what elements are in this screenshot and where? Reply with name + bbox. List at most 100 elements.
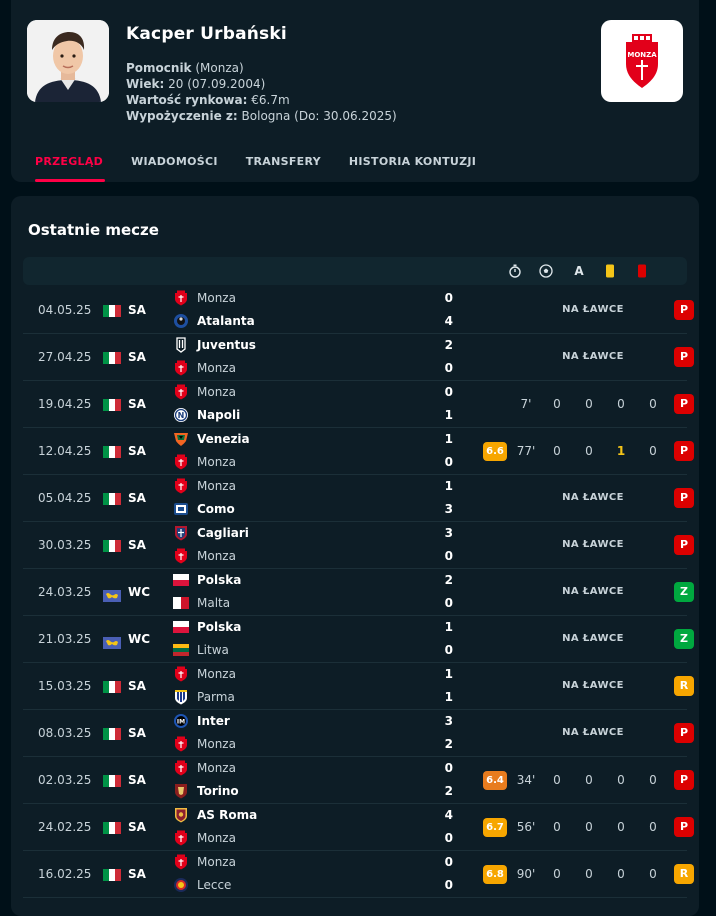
yellow-cards-value: 0 (617, 820, 625, 834)
match-row[interactable]: 24.02.25 SA AS Roma Monza 4 0 6.7 56' 0 0 0 0… (23, 804, 694, 851)
competition-code[interactable]: WC (128, 632, 150, 646)
away-score: 4 (444, 314, 453, 328)
home-team[interactable]: Juventus (173, 335, 256, 355)
match-row[interactable]: 16.02.25 SA Monza Lecce 0 0 6.8 90' 0 0 0 0 R (23, 851, 694, 898)
club-logo[interactable]: MONZA (601, 20, 683, 102)
away-team[interactable]: Torino (173, 781, 239, 801)
world-flag-icon (103, 634, 121, 649)
italy-flag-icon (103, 352, 121, 364)
tab-news[interactable]: WIADOMOŚCI (131, 155, 218, 168)
monza-logo-icon (173, 360, 189, 376)
away-team[interactable]: Monza (173, 452, 236, 472)
away-score: 0 (444, 549, 453, 563)
monza-logo-icon (173, 548, 189, 564)
home-team[interactable]: Monza (173, 852, 236, 872)
away-score: 0 (444, 455, 453, 469)
away-team-name: Monza (197, 737, 236, 751)
competition-code[interactable]: SA (128, 444, 146, 458)
home-team-name: Inter (197, 714, 230, 728)
home-team[interactable]: Cagliari (173, 523, 249, 543)
match-date: 16.02.25 (38, 867, 92, 881)
atalanta-logo-icon (173, 313, 189, 329)
away-team[interactable]: Monza (173, 546, 236, 566)
home-score: 1 (444, 620, 453, 634)
match-row[interactable]: 30.03.25 SA Cagliari Monza 3 0 NA ŁAWCE … (23, 522, 694, 569)
match-row[interactable]: 27.04.25 SA Juventus Monza 2 0 NA ŁAWCE … (23, 334, 694, 381)
home-team[interactable]: Polska (173, 570, 241, 590)
assist-icon: A (574, 264, 584, 278)
tab-transfers[interactable]: TRANSFERY (246, 155, 321, 168)
match-row[interactable]: 15.03.25 SA Monza Parma 1 1 NA ŁAWCE R (23, 663, 694, 710)
away-team[interactable]: N Napoli (173, 405, 240, 425)
away-team-name: Torino (197, 784, 239, 798)
away-score: 0 (444, 596, 453, 610)
yellow-cards-value: 0 (617, 397, 625, 411)
result-badge: P (674, 300, 694, 320)
away-team-name: Monza (197, 361, 236, 375)
away-team[interactable]: Atalanta (173, 311, 255, 331)
match-row[interactable]: 02.03.25 SA Monza Torino 0 2 6.4 34' 0 0 0 0 … (23, 757, 694, 804)
home-team[interactable]: AS Roma (173, 805, 257, 825)
competition-code[interactable]: SA (128, 820, 146, 834)
bench-label: NA ŁAWCE (562, 539, 624, 550)
away-score: 0 (444, 643, 453, 657)
bench-label: NA ŁAWCE (562, 304, 624, 315)
yellow-cards-value: 1 (616, 444, 626, 458)
away-team[interactable]: Monza (173, 734, 236, 754)
tab-injury-history[interactable]: HISTORIA KONTUZJI (349, 155, 476, 168)
match-row[interactable]: 21.03.25 WC Polska Litwa 1 0 NA ŁAWCE Z (23, 616, 694, 663)
svg-text:MONZA: MONZA (627, 51, 657, 59)
bench-label: NA ŁAWCE (562, 586, 624, 597)
match-date: 12.04.25 (38, 444, 92, 458)
matches-list: 04.05.25 SA Monza Atalanta 0 4 NA ŁAWCE … (23, 287, 694, 898)
result-badge: P (674, 723, 694, 743)
away-team[interactable]: Litwa (173, 640, 229, 660)
home-team-name: Juventus (197, 338, 256, 352)
match-row[interactable]: 08.03.25 SA IM Inter Monza 3 2 NA ŁAWCE … (23, 710, 694, 757)
away-team[interactable]: Monza (173, 828, 236, 848)
player-name: Kacper Urbański (126, 24, 287, 44)
match-row[interactable]: 19.04.25 SA Monza N Napoli 0 1 7' 0 0 0 0 P (23, 381, 694, 428)
litwa-logo-icon (173, 642, 189, 658)
result-badge: P (674, 441, 694, 461)
away-score: 2 (444, 784, 453, 798)
home-team[interactable]: IM Inter (173, 711, 230, 731)
away-team[interactable]: Parma (173, 687, 235, 707)
result-badge: P (674, 817, 694, 837)
competition-code[interactable]: WC (128, 585, 150, 599)
home-team[interactable]: Monza (173, 382, 236, 402)
competition-code[interactable]: SA (128, 679, 146, 693)
competition-code[interactable]: SA (128, 773, 146, 787)
home-team-name: Polska (197, 620, 242, 634)
away-team[interactable]: Monza (173, 358, 236, 378)
home-team[interactable]: Polska (173, 617, 241, 637)
home-team[interactable]: Monza (173, 476, 236, 496)
competition-code[interactable]: SA (128, 538, 146, 552)
away-score: 3 (444, 502, 453, 516)
competition-code[interactable]: SA (128, 397, 146, 411)
tab-overview[interactable]: PRZEGLĄD (35, 155, 106, 182)
match-row[interactable]: 24.03.25 WC Polska Malta 2 0 NA ŁAWCE Z (23, 569, 694, 616)
yellow-card-icon (603, 264, 617, 278)
competition-code[interactable]: SA (128, 350, 146, 364)
competition-code[interactable]: SA (128, 867, 146, 881)
home-team[interactable]: Monza (173, 288, 236, 308)
home-team[interactable]: Venezia (173, 429, 250, 449)
result-badge: P (674, 347, 694, 367)
match-row[interactable]: 12.04.25 SA Venezia Monza 1 0 6.6 77' 0 0 1 0… (23, 428, 694, 475)
competition-code[interactable]: SA (128, 726, 146, 740)
away-team[interactable]: Malta (173, 593, 230, 613)
recent-matches-card: Ostatnie mecze A 04.05.25 SA Monza Atala… (11, 196, 699, 916)
away-team[interactable]: Lecce (173, 875, 231, 895)
away-team[interactable]: Como (173, 499, 235, 519)
home-team[interactable]: Monza (173, 758, 236, 778)
italy-flag-icon (103, 399, 121, 411)
competition-code[interactable]: SA (128, 491, 146, 505)
match-row[interactable]: 05.04.25 SA Monza Como 1 3 NA ŁAWCE P (23, 475, 694, 522)
home-team[interactable]: Monza (173, 664, 236, 684)
home-team-name: Polska (197, 573, 242, 587)
competition-code[interactable]: SA (128, 303, 146, 317)
red-cards-value: 0 (649, 773, 657, 787)
away-score: 0 (444, 361, 453, 375)
match-row[interactable]: 04.05.25 SA Monza Atalanta 0 4 NA ŁAWCE … (23, 287, 694, 334)
